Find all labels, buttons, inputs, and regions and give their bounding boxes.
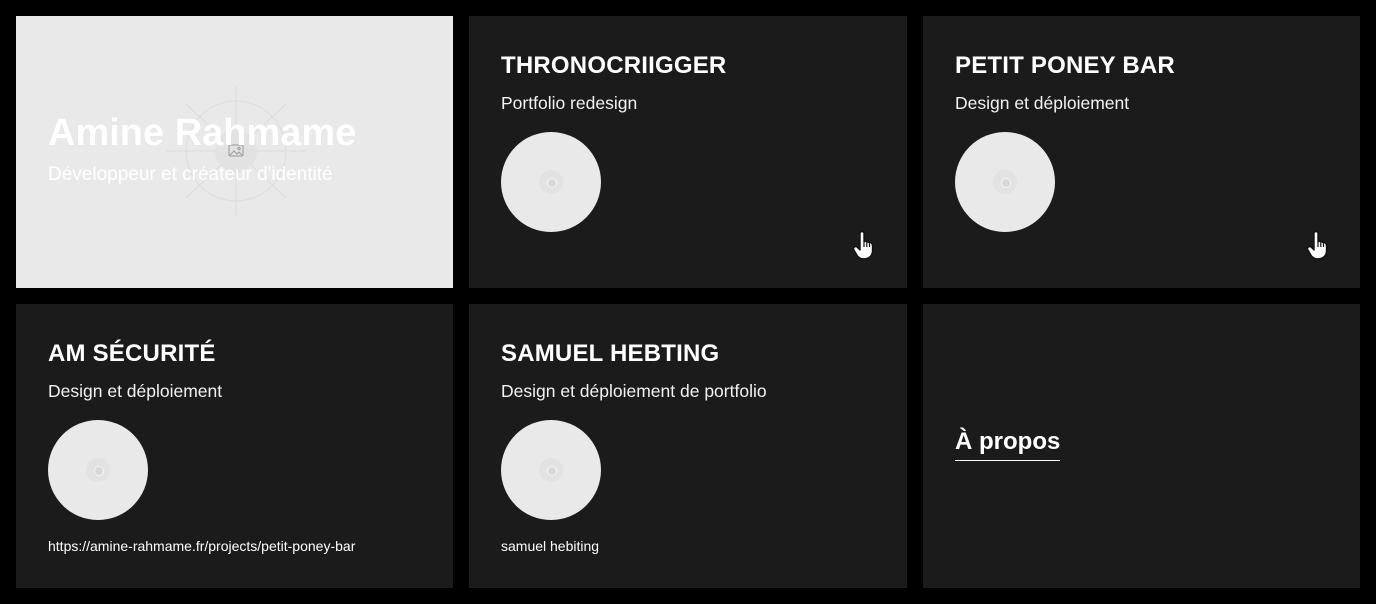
hero-card[interactable]: Amine Rahmame Développeur et créateur d'… [16, 16, 453, 288]
hand-pointer-icon [1306, 230, 1328, 260]
project-thumbnail [501, 132, 601, 232]
hero-name: Amine Rahmame [48, 112, 357, 154]
project-subtitle: Portfolio redesign [501, 93, 638, 113]
project-card-samuel-hebting[interactable]: SAMUEL HEBTING Design et déploiement de … [469, 304, 907, 588]
project-thumbnail [955, 132, 1055, 232]
project-subtitle: Design et déploiement [955, 93, 1130, 113]
project-subtitle: Design et déploiement de portfolio [501, 381, 767, 401]
project-title: AM SÉCURITÉ [48, 340, 216, 367]
project-card-petit-poney-bar[interactable]: PETIT PONEY BAR Design et déploiement [923, 16, 1360, 288]
project-thumbnail [48, 420, 148, 520]
project-title: SAMUEL HEBTING [501, 340, 720, 367]
project-title: PETIT PONEY BAR [955, 52, 1175, 79]
hero-role: Développeur et créateur d'identité [48, 164, 333, 185]
project-title: THRONOCRIIGGER [501, 52, 727, 79]
project-link-caption: https://amine-rahmame.fr/projects/petit-… [48, 538, 356, 554]
project-card-thronocriigger[interactable]: THRONOCRIIGGER Portfolio redesign [469, 16, 907, 288]
project-card-am-securite[interactable]: AM SÉCURITÉ Design et déploiement https:… [16, 304, 453, 588]
about-card: À propos [923, 304, 1360, 588]
portfolio-grid: Amine Rahmame Développeur et créateur d'… [16, 16, 1360, 588]
project-subtitle: Design et déploiement [48, 381, 223, 401]
project-caption: samuel hebiting [501, 538, 600, 554]
hand-pointer-icon [852, 230, 874, 260]
project-thumbnail [501, 420, 601, 520]
about-link[interactable]: À propos [955, 428, 1061, 461]
